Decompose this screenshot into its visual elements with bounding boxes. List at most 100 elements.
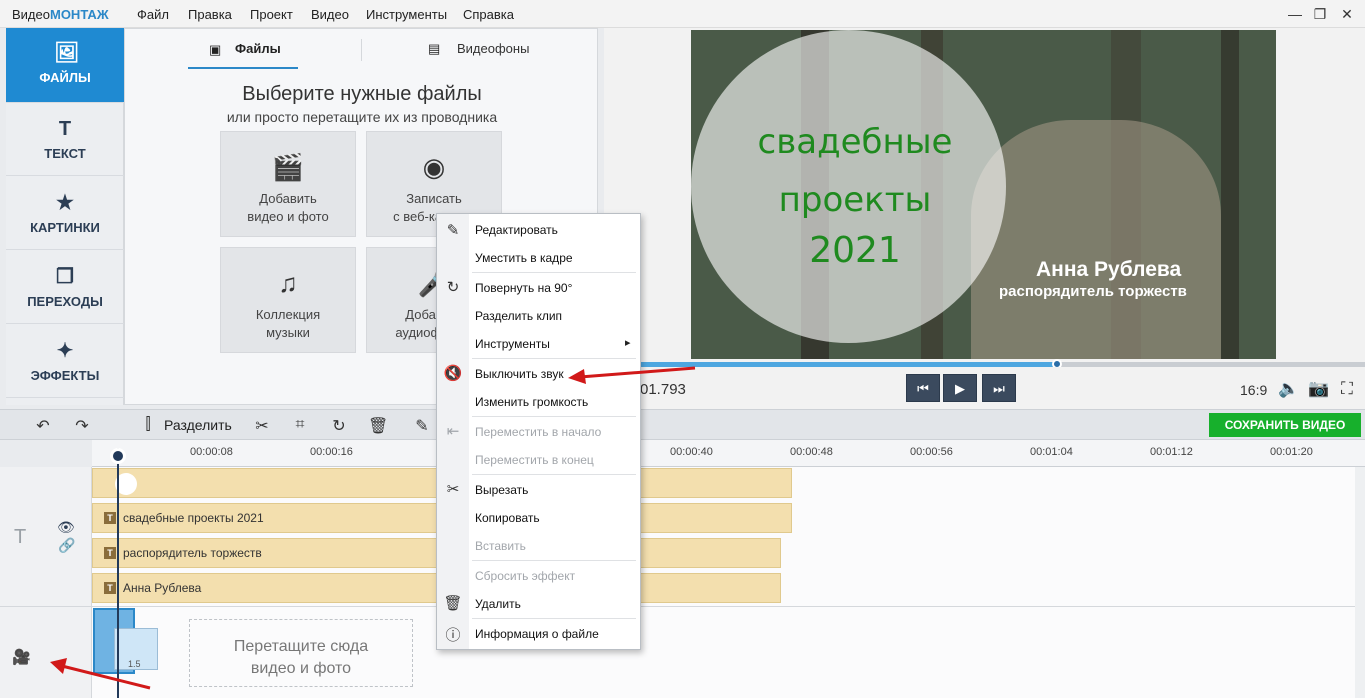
menu-item-volume[interactable]: Изменить громкость <box>475 395 588 409</box>
sidebar-item-label: ТЕКСТ <box>44 146 86 161</box>
menu-item-file-info[interactable]: Информация о файле <box>475 627 599 641</box>
mute-icon: 🔇 <box>443 365 463 382</box>
split-icon[interactable]: ⫿ <box>138 416 158 434</box>
drop-zone[interactable]: Перетащите сюда видео и фото <box>189 619 413 687</box>
sidebar: 🖼 ФАЙЛЫ T ТЕКСТ ★ КАРТИНКИ ❐ ПЕРЕХОДЫ ✦ … <box>6 28 124 405</box>
minimize-icon[interactable]: — <box>1285 4 1305 24</box>
menu-item-delete[interactable]: Удалить <box>475 597 521 611</box>
trash-icon[interactable]: 🗑 <box>368 416 388 436</box>
playhead[interactable] <box>117 448 119 698</box>
menu-help[interactable]: Справка <box>463 7 514 22</box>
menu-separator <box>472 272 636 273</box>
music-notes-icon: ♫ <box>278 268 298 298</box>
menu-separator <box>472 560 636 561</box>
files-subtitle: или просто перетащите их из проводника <box>226 109 498 125</box>
tab-video-backgrounds[interactable]: Видеофоны <box>457 41 529 56</box>
ruler-tick: 00:00:40 <box>670 446 713 458</box>
previous-frame-button[interactable]: ⏮ <box>906 374 940 402</box>
menu-item-copy[interactable]: Копировать <box>475 511 540 525</box>
music-collection-tile[interactable]: ♫ Коллекция музыки <box>220 247 356 353</box>
ruler-tick: 00:00:16 <box>310 446 353 458</box>
menu-file[interactable]: Файл <box>137 7 169 22</box>
sidebar-item-pictures[interactable]: ★ КАРТИНКИ <box>6 178 124 250</box>
ruler-tick: 00:00:48 <box>790 446 833 458</box>
text-track-icon: T <box>14 526 27 548</box>
text-clip-icon: T <box>104 547 116 559</box>
menu-item-split-clip[interactable]: Разделить клип <box>475 309 562 323</box>
text-clip-icon: T <box>104 512 116 524</box>
film-camera-icon: 🎬 <box>271 152 305 182</box>
sidebar-item-files[interactable]: 🖼 ФАЙЛЫ <box>6 28 124 103</box>
menu-item-tools[interactable]: Инструменты <box>475 337 550 351</box>
tile-label: музыки <box>266 325 310 340</box>
tab-files[interactable]: Файлы <box>235 41 281 56</box>
play-button[interactable]: ▶ <box>943 374 977 402</box>
submenu-arrow-icon: ▸ <box>625 337 631 349</box>
timecode: 01.793 <box>640 381 686 398</box>
tab-divider <box>361 39 362 61</box>
sidebar-item-text[interactable]: T ТЕКСТ <box>6 104 124 176</box>
redo-icon[interactable]: ↷ <box>72 416 92 436</box>
star-icon: ★ <box>56 192 74 214</box>
menu-item-fit[interactable]: Уместить в кадре <box>475 251 573 265</box>
menu-separator <box>472 618 636 619</box>
volume-icon[interactable]: 🔈 <box>1278 379 1299 399</box>
menu-video[interactable]: Видео <box>311 7 349 22</box>
sidebar-item-label: ФАЙЛЫ <box>39 70 91 85</box>
tile-label: Добавить <box>259 191 317 206</box>
menu-item-reset-effect: Сбросить эффект <box>475 569 576 583</box>
clip-label: свадебные проекты 2021 <box>123 511 264 525</box>
split-button[interactable]: Разделить <box>164 417 232 433</box>
undo-icon[interactable]: ↶ <box>33 416 53 436</box>
menu-separator <box>472 416 636 417</box>
webcam-icon: ◉ <box>422 152 446 182</box>
scissors-icon[interactable]: ✂ <box>252 416 272 436</box>
sidebar-item-label: КАРТИНКИ <box>30 220 100 235</box>
menu-item-cut[interactable]: Вырезать <box>475 483 528 497</box>
image-icon: ▣ <box>209 42 222 57</box>
ruler-tick: 00:00:56 <box>910 446 953 458</box>
edit-icon[interactable]: ✎ <box>412 416 432 436</box>
video-role-caption: распорядитель торжеств <box>999 283 1187 300</box>
sidebar-item-label: ЭФФЕКТЫ <box>30 368 100 383</box>
ruler-tick: 00:01:12 <box>1150 446 1193 458</box>
next-frame-button[interactable]: ⏭ <box>982 374 1016 402</box>
sidebar-item-transitions[interactable]: ❐ ПЕРЕХОДЫ <box>6 252 124 324</box>
snapshot-icon[interactable]: 📷 <box>1308 379 1329 399</box>
text-icon: T <box>58 118 72 140</box>
files-title: Выберите нужные файлы <box>242 83 482 105</box>
menu-item-rotate[interactable]: Повернуть на 90° <box>475 281 572 295</box>
pencil-icon: ✎ <box>446 222 460 239</box>
fullscreen-icon[interactable]: ⛶ <box>1337 379 1357 399</box>
rotate-icon: ↻ <box>446 279 460 296</box>
aspect-ratio-selector[interactable]: 16:9 <box>1240 382 1267 398</box>
magic-wand-icon: ✦ <box>56 340 74 362</box>
scissors-icon: ✂ <box>446 481 460 498</box>
menu-edit[interactable]: Правка <box>188 7 232 22</box>
ruler-tick: 00:00:08 <box>190 446 233 458</box>
transitions-icon: ❐ <box>56 266 74 288</box>
eye-icon[interactable]: 👁 <box>57 519 75 536</box>
menu-item-edit[interactable]: Редактировать <box>475 223 558 237</box>
menu-tools[interactable]: Инструменты <box>366 7 447 22</box>
timeline-scrollbar[interactable] <box>1355 467 1365 698</box>
add-video-photo-tile[interactable]: 🎬 Добавить видео и фото <box>220 131 356 237</box>
video-name-caption: Анна Рублева <box>1036 258 1182 281</box>
maximize-icon[interactable]: ❐ <box>1310 4 1330 24</box>
video-title-line: 2021 <box>809 230 901 271</box>
link-icon[interactable]: 🔗 <box>58 537 75 554</box>
tile-label: Коллекция <box>255 307 321 322</box>
video-preview[interactable]: свадебные проекты 2021 Анна Рублева расп… <box>691 30 1276 359</box>
sidebar-item-effects[interactable]: ✦ ЭФФЕКТЫ <box>6 326 124 398</box>
tile-label: видео и фото <box>247 209 329 224</box>
rotate-icon[interactable]: ↻ <box>329 416 349 436</box>
close-icon[interactable]: ✕ <box>1337 4 1357 24</box>
menu-project[interactable]: Проект <box>250 7 293 22</box>
menu-item-mute[interactable]: Выключить звук <box>475 367 564 381</box>
video-title-line: свадебные <box>757 122 953 162</box>
save-video-button[interactable]: СОХРАНИТЬ ВИДЕО <box>1209 413 1361 437</box>
video-scene <box>971 120 1221 359</box>
menu-item-move-start: Переместить в начало <box>475 425 602 439</box>
playhead-handle[interactable] <box>110 448 126 464</box>
crop-icon[interactable]: ⌗ <box>290 416 310 434</box>
